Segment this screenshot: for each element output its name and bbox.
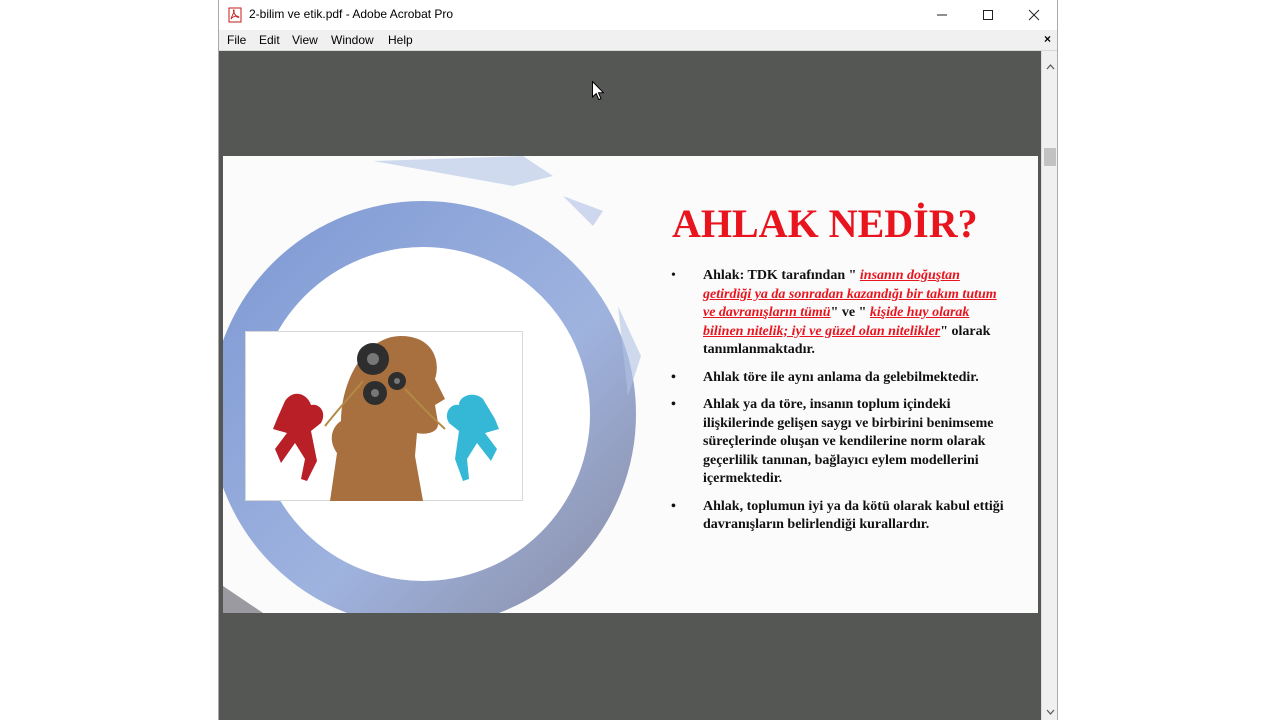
scroll-down-button[interactable] [1042, 704, 1058, 720]
menu-window[interactable]: Window [331, 33, 374, 47]
mouse-cursor-icon [592, 81, 604, 101]
slide-title: AHLAK NEDİR? [672, 201, 978, 246]
chevron-up-icon [1046, 64, 1054, 70]
maximize-icon [983, 10, 993, 20]
bullet-1-middle: " ve " [830, 305, 870, 320]
vertical-scrollbar[interactable] [1041, 51, 1057, 720]
document-viewer[interactable]: AHLAK NEDİR? Ahlak: TDK tarafından " ins… [219, 51, 1041, 720]
bullet-2: Ahlak töre ile aynı anlama da gelebilmek… [669, 369, 1009, 388]
acrobat-window: 2-bilim ve etik.pdf - Adobe Acrobat Pro … [218, 0, 1058, 720]
menu-help[interactable]: Help [388, 33, 413, 47]
minimize-icon [937, 14, 947, 16]
head-gears-illustration [245, 331, 523, 501]
bullet-4: Ahlak, toplumun iyi ya da kötü olarak ka… [669, 498, 1009, 535]
minimize-button[interactable] [919, 0, 965, 30]
menu-edit[interactable]: Edit [259, 33, 280, 47]
maximize-button[interactable] [965, 0, 1011, 30]
bullet-list: Ahlak: TDK tarafından " insanın doğuştan… [669, 267, 1009, 544]
close-document-button[interactable]: × [1044, 32, 1051, 46]
bullet-1: Ahlak: TDK tarafından " insanın doğuştan… [669, 267, 1009, 360]
title-bar[interactable]: 2-bilim ve etik.pdf - Adobe Acrobat Pro [219, 0, 1057, 30]
menu-view[interactable]: View [292, 33, 318, 47]
scroll-thumb[interactable] [1044, 148, 1056, 166]
bullet-1-prefix: Ahlak: TDK tarafından " [703, 268, 860, 283]
menu-file[interactable]: File [227, 33, 246, 47]
bullet-3: Ahlak ya da töre, insanın toplum içindek… [669, 396, 1009, 489]
close-icon [1028, 9, 1040, 21]
chevron-down-icon [1046, 709, 1054, 715]
pdf-file-icon [228, 7, 242, 23]
menu-bar: File Edit View Window Help × [219, 30, 1057, 51]
scroll-up-button[interactable] [1042, 59, 1058, 75]
window-title: 2-bilim ve etik.pdf - Adobe Acrobat Pro [249, 7, 454, 21]
close-button[interactable] [1011, 0, 1057, 30]
pdf-page: AHLAK NEDİR? Ahlak: TDK tarafından " ins… [223, 156, 1038, 613]
